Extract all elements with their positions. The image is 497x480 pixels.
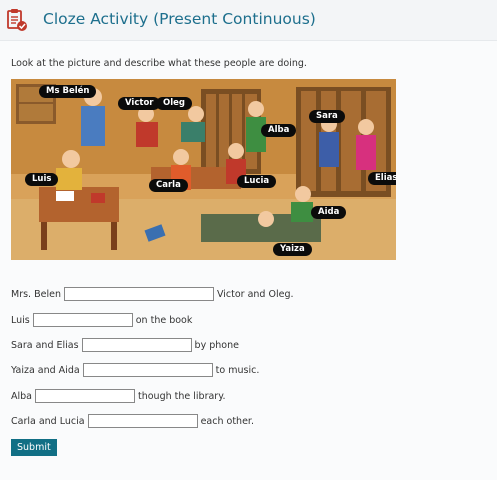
library-scene-illustration <box>11 79 396 260</box>
sentence-5-before: Alba <box>11 390 32 402</box>
sentence-2-before: Luis <box>11 314 30 326</box>
label-alba: Alba <box>261 124 297 137</box>
label-sara: Sara <box>309 110 345 123</box>
sentence-row-2: Luis on the book <box>11 312 192 328</box>
sentence-row-6: Carla and Lucia each other. <box>11 413 254 429</box>
label-elias: Elias <box>368 172 396 185</box>
sentence-row-5: Alba though the library. <box>11 388 226 404</box>
label-lucia: Lucia <box>237 175 277 188</box>
answer-input-1[interactable] <box>63 287 214 301</box>
sentence-3-before: Sara and Elias <box>11 339 79 351</box>
sentence-6-before: Carla and Lucia <box>11 415 85 427</box>
sentence-row-4: Yaiza and Aida to music. <box>11 362 259 378</box>
page-title: Cloze Activity (Present Continuous) <box>43 10 316 28</box>
submit-button[interactable]: Submit <box>11 439 57 456</box>
sentence-5-after: though the library. <box>138 390 226 402</box>
instruction-text: Look at the picture and describe what th… <box>11 58 307 69</box>
label-luis: Luis <box>25 173 59 186</box>
sentence-4-before: Yaiza and Aida <box>11 364 80 376</box>
library-scene-image: Ms Belén Victor Oleg Alba Sara Luis Carl… <box>11 79 396 260</box>
label-aida: Aida <box>311 206 347 219</box>
sentence-2-after: on the book <box>135 314 193 326</box>
answer-input-5[interactable] <box>35 389 135 403</box>
sentence-1-before: Mrs. Belen <box>11 288 61 300</box>
answer-input-6[interactable] <box>87 414 198 428</box>
label-yaiza: Yaiza <box>273 243 312 256</box>
activity-header: Cloze Activity (Present Continuous) <box>0 0 497 41</box>
sentence-row-3: Sara and Elias by phone <box>11 337 239 353</box>
label-carla: Carla <box>149 179 188 192</box>
sentence-3-after: by phone <box>194 339 239 351</box>
label-victor: Victor <box>118 97 161 110</box>
label-ms-belen: Ms Belén <box>39 85 97 98</box>
sentence-1-after: Victor and Oleg. <box>216 288 294 300</box>
answer-input-4[interactable] <box>82 363 213 377</box>
answer-input-3[interactable] <box>81 338 192 352</box>
answer-input-2[interactable] <box>32 313 133 327</box>
sentence-4-after: to music. <box>215 364 260 376</box>
label-oleg: Oleg <box>156 97 192 110</box>
sentence-6-after: each other. <box>200 415 254 427</box>
clipboard-check-icon <box>7 9 27 31</box>
sentence-row-1: Mrs. Belen Victor and Oleg. <box>11 286 294 302</box>
